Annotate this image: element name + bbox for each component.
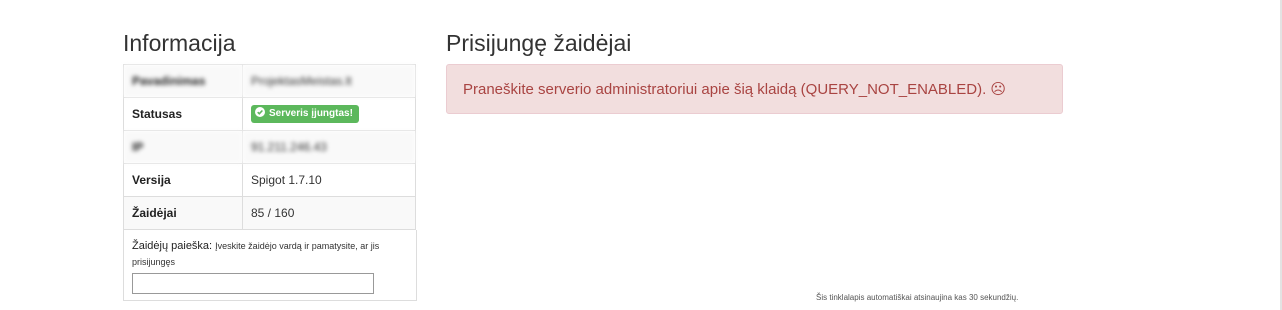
error-alert: Praneškite serverio administratoriui api… [446,64,1063,114]
ip-key: IP [123,130,243,164]
version-key: Versija [123,163,243,197]
refresh-note: Šis tinklalapis automatiškai atsinaujina… [816,293,1019,302]
name-value: ProjektasMeistas.lt [242,64,416,98]
table-row: Žaidėjai 85 / 160 [123,196,416,230]
player-search-input[interactable] [132,273,374,294]
table-row: Versija Spigot 1.7.10 [123,163,416,197]
players-title: Prisijungę žaidėjai [446,30,632,56]
players-count: 85 / 160 [242,196,416,230]
check-circle-icon [255,107,265,117]
info-panel: Informacija Pavadinimas ProjektasMeistas… [123,28,417,301]
player-search: Žaidėjų paieška: Įveskite žaidėjo vardą … [123,230,417,301]
status-key: Statusas [123,97,243,131]
info-title: Informacija [123,30,236,56]
players-panel: Prisijungę žaidėjai Praneškite serverio … [446,28,1063,114]
players-key: Žaidėjai [123,196,243,230]
table-row: IP 91.211.246.43 [123,130,416,164]
status-text: Serveris įjungtas! [269,108,353,119]
name-key: Pavadinimas [123,64,243,98]
ip-value: 91.211.246.43 [242,130,416,164]
status-value: Serveris įjungtas! [242,97,416,131]
info-table: Pavadinimas ProjektasMeistas.lt Statusas… [123,64,416,230]
table-row: Pavadinimas ProjektasMeistas.lt [123,64,416,98]
search-label-text: Žaidėjų paieška: [132,240,213,252]
page: Informacija Pavadinimas ProjektasMeistas… [0,0,1282,310]
player-search-label: Žaidėjų paieška: Įveskite žaidėjo vardą … [132,238,408,270]
status-badge: Serveris įjungtas! [251,105,359,123]
version-value: Spigot 1.7.10 [242,163,416,197]
table-row: Statusas Serveris įjungtas! [123,97,416,131]
